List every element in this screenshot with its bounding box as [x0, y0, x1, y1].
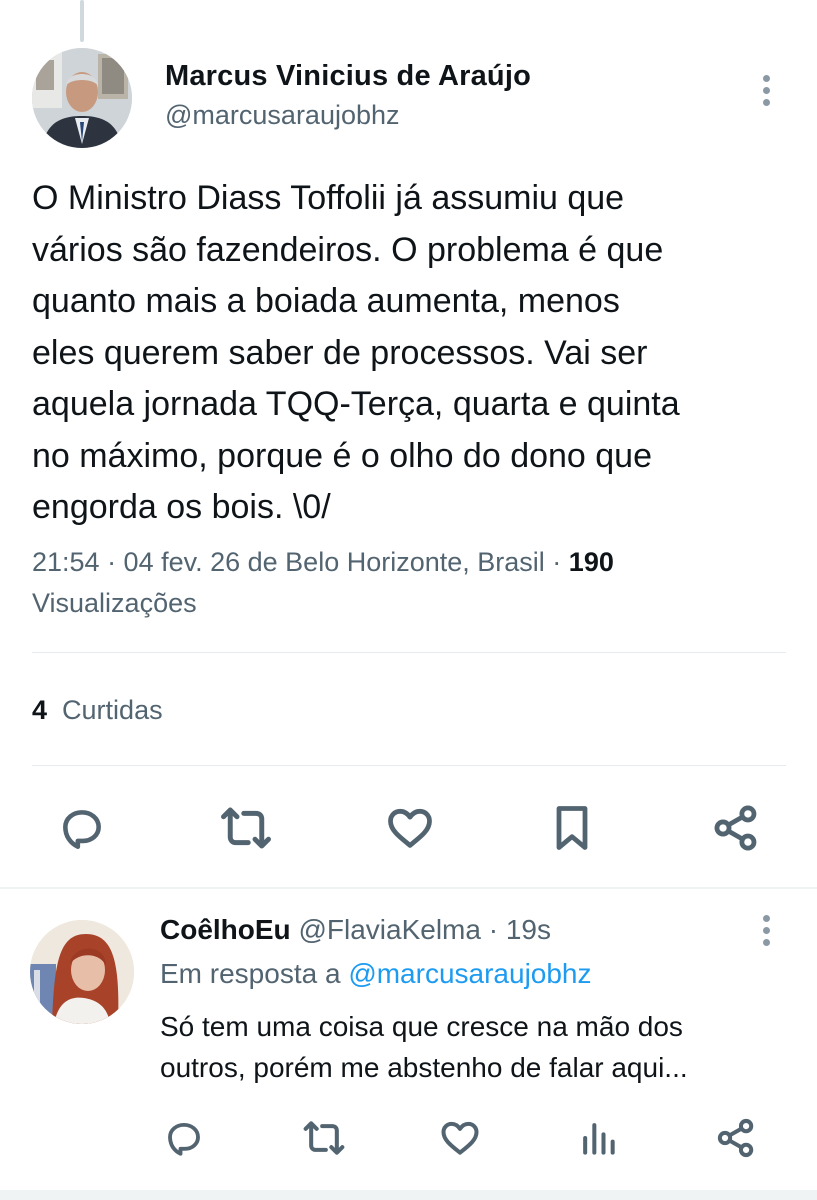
reply-text-line: Só tem uma coisa que cresce na mão dos — [160, 1011, 683, 1042]
avatar-image — [32, 48, 132, 148]
author-handle[interactable]: @marcusaraujobhz — [165, 100, 400, 131]
author-name[interactable]: Marcus Vinicius de Araújo — [165, 60, 531, 93]
bookmark-button[interactable] — [542, 798, 602, 858]
post-text-line: aquela jornada TQQ-Terça, quarta e quint… — [32, 385, 680, 423]
bottom-separator — [0, 1190, 817, 1200]
reply-author-name[interactable]: CoêlhoEu — [160, 914, 291, 945]
reply-button[interactable] — [52, 798, 112, 858]
views-label: Visualizações — [32, 588, 197, 618]
like-button[interactable] — [380, 798, 440, 858]
repost-button[interactable] — [216, 798, 276, 858]
post-action-bar — [52, 798, 766, 858]
reply-timestamp[interactable]: · 19s — [489, 914, 551, 945]
repost-icon — [221, 807, 271, 849]
reply-author-avatar[interactable] — [30, 920, 134, 1024]
avatar-image — [30, 920, 134, 1024]
reply-views-button[interactable] — [572, 1112, 624, 1164]
share-icon — [717, 1118, 754, 1158]
bookmark-icon — [556, 806, 588, 850]
reply-text: Só tem uma coisa que cresce na mão dos o… — [160, 1006, 780, 1088]
views-icon — [583, 1123, 615, 1155]
post-text-line: eles querem saber de processos. Vai ser — [32, 333, 648, 372]
reply-context: Em resposta a @marcusaraujobhz — [160, 958, 592, 990]
post-timestamp-location: 21:54 · 04 fev. 26 de Belo Horizonte, Br… — [32, 547, 569, 577]
share-icon — [714, 805, 757, 851]
reply-header: CoêlhoEu @FlaviaKelma · 19s — [160, 914, 551, 946]
reply-repost-button[interactable] — [298, 1112, 350, 1164]
reply-icon — [63, 810, 101, 850]
divider — [32, 765, 786, 766]
thread-connector-line — [80, 0, 84, 42]
reply-like-button[interactable] — [434, 1112, 486, 1164]
reply-author-handle[interactable]: @FlaviaKelma — [298, 914, 480, 945]
reply-text-line: outros, porém me abstenho de falar aqui.… — [160, 1052, 688, 1083]
reply-action-bar — [150, 1112, 780, 1164]
post-metadata: 21:54 · 04 fev. 26 de Belo Horizonte, Br… — [32, 542, 792, 624]
post-text-line: vários são fazendeiros. O problema é que — [32, 230, 664, 269]
reply-share-button[interactable] — [710, 1112, 762, 1164]
likes-count: 4 — [32, 695, 48, 725]
more-options-icon[interactable] — [752, 70, 780, 110]
likes-label: Curtidas — [62, 695, 163, 725]
reply-to-prefix: Em resposta a — [160, 958, 341, 989]
divider — [32, 652, 786, 653]
views-count: 190 — [568, 547, 614, 577]
likes-summary[interactable]: 4 Curtidas — [32, 695, 163, 726]
repost-icon — [303, 1121, 345, 1155]
author-avatar[interactable] — [32, 48, 132, 148]
reply-to-handle-link[interactable]: @marcusaraujobhz — [348, 958, 591, 989]
like-icon — [441, 1121, 479, 1155]
post-text-line: quanto mais a boiada aumenta, menos — [32, 282, 620, 320]
like-icon — [388, 808, 432, 848]
share-button[interactable] — [706, 798, 766, 858]
post-text-line: engorda os bois. \0/ — [32, 488, 331, 526]
post-text-line: O Ministro Diass Toffolii já assumiu que — [32, 179, 625, 217]
reply-icon — [168, 1122, 200, 1156]
post-text-line: no máximo, porque é o olho do dono que — [32, 436, 653, 475]
post-text: O Ministro Diass Toffolii já assumiu que… — [32, 173, 792, 534]
reply-more-options-icon[interactable] — [752, 910, 780, 950]
section-separator — [0, 887, 817, 889]
reply-reply-button[interactable] — [158, 1112, 210, 1164]
